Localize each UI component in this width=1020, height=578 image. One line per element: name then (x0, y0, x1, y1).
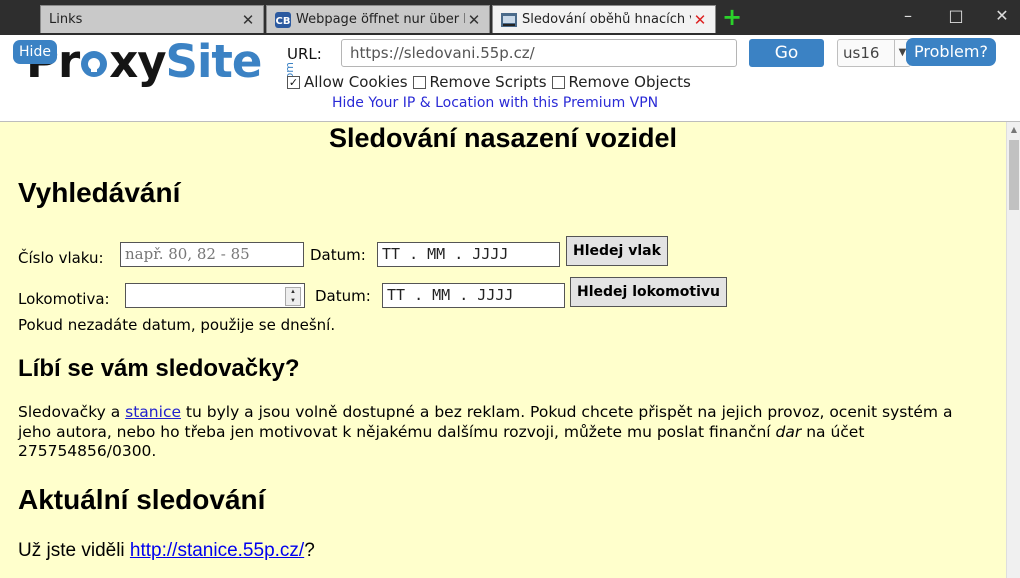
tab-favicon-icon (501, 12, 517, 27)
lock-o-icon (81, 51, 108, 77)
close-icon[interactable]: ✕ (465, 11, 483, 29)
go-button[interactable]: Go (749, 39, 824, 67)
find-locomotive-button[interactable]: Hledej lokomotivu (570, 277, 727, 307)
find-train-button[interactable]: Hledej vlak (566, 236, 668, 266)
tab-label: Sledování oběhů hnacích voz (522, 12, 691, 27)
proxy-options: ✓ Allow Cookies Remove Scripts Remove Ob… (287, 73, 691, 91)
vpn-link[interactable]: Hide Your IP & Location with this Premiu… (332, 95, 658, 111)
browser-tab-strip: Links ✕ CB Webpage öffnet nur über Hot ✕… (0, 0, 1020, 35)
remove-objects-label[interactable]: Remove Objects (569, 73, 691, 91)
new-tab-button[interactable]: + (722, 5, 742, 29)
tab-webpage[interactable]: CB Webpage öffnet nur über Hot ✕ (266, 5, 490, 33)
like-heading: Líbí se vám sledovačky? (18, 355, 300, 382)
tab-label: Webpage öffnet nur über Hot (296, 12, 465, 27)
current-heading: Aktuální sledování (18, 484, 266, 515)
remove-scripts-label[interactable]: Remove Scripts (430, 73, 547, 91)
seen-text: Už jste viděli (18, 540, 130, 561)
train-date-input[interactable]: TT . MM . JJJJ (377, 242, 560, 267)
support-paragraph: Sledovačky a stanice tu byly a jsou voln… (18, 403, 978, 462)
maximize-button[interactable]: □ (941, 4, 971, 28)
server-select-value: us16 (843, 44, 880, 62)
proxy-toolbar: Pr xySite.com Hide URL: https://sledovan… (0, 35, 1020, 122)
para-emphasis: dar (775, 422, 802, 441)
seen-line: Už jste viděli http://stanice.55p.cz/? (18, 540, 315, 562)
tab-links[interactable]: Links ✕ (40, 5, 264, 33)
url-input[interactable]: https://sledovani.55p.cz/ (341, 39, 737, 67)
scrollbar-thumb[interactable] (1009, 140, 1019, 210)
close-icon[interactable]: ✕ (239, 11, 257, 29)
svg-text:CB: CB (276, 16, 291, 27)
tab-favicon-icon: CB (275, 11, 291, 28)
locomotive-input[interactable] (125, 283, 305, 308)
page-title: Sledování nasazení vozidel (328, 123, 678, 153)
locomotive-date-input[interactable]: TT . MM . JJJJ (382, 283, 565, 308)
proxysite-logo[interactable]: Pr xySite.com (26, 35, 317, 89)
window-close-button[interactable]: ✕ (987, 4, 1017, 28)
train-number-input[interactable]: např. 80, 82 - 85 (120, 242, 304, 267)
stanice-url-link[interactable]: http://stanice.55p.cz/ (130, 540, 304, 561)
allow-cookies-checkbox[interactable]: ✓ (287, 75, 300, 89)
train-date-label: Datum: (310, 246, 366, 264)
stanice-link[interactable]: stanice (125, 403, 181, 421)
scroll-up-icon[interactable]: ▲ (1007, 122, 1020, 138)
logo-text: xy (109, 35, 166, 88)
remove-objects-checkbox[interactable] (551, 75, 565, 89)
server-select[interactable]: us16 ▼ (837, 39, 911, 67)
page-scrollbar[interactable]: ▲ (1006, 122, 1020, 578)
minimize-button[interactable]: – (893, 4, 923, 28)
hide-button[interactable]: Hide (13, 40, 57, 64)
locomotive-stepper[interactable]: ▲ ▼ (285, 287, 301, 306)
locomotive-label: Lokomotiva: (18, 290, 110, 308)
tab-label: Links (49, 12, 83, 27)
url-label: URL: (287, 45, 322, 63)
train-number-label: Číslo vlaku: (18, 249, 104, 267)
logo-site-text: Site (165, 35, 263, 88)
locomotive-date-label: Datum: (315, 287, 371, 305)
remove-scripts-checkbox[interactable] (412, 75, 426, 89)
date-note: Pokud nezadáte datum, použije se dnešní. (18, 316, 336, 334)
problem-button[interactable]: Problem? (906, 38, 996, 66)
seen-text: ? (304, 540, 315, 561)
page-content: Sledování nasazení vozidel Vyhledávání Č… (0, 122, 1006, 578)
search-heading: Vyhledávání (18, 177, 181, 208)
tab-sledovani[interactable]: Sledování oběhů hnacích voz ✕ (492, 5, 716, 33)
para-text: Sledovačky a (18, 403, 126, 421)
allow-cookies-label[interactable]: Allow Cookies (304, 73, 408, 91)
close-icon[interactable]: ✕ (691, 11, 709, 29)
